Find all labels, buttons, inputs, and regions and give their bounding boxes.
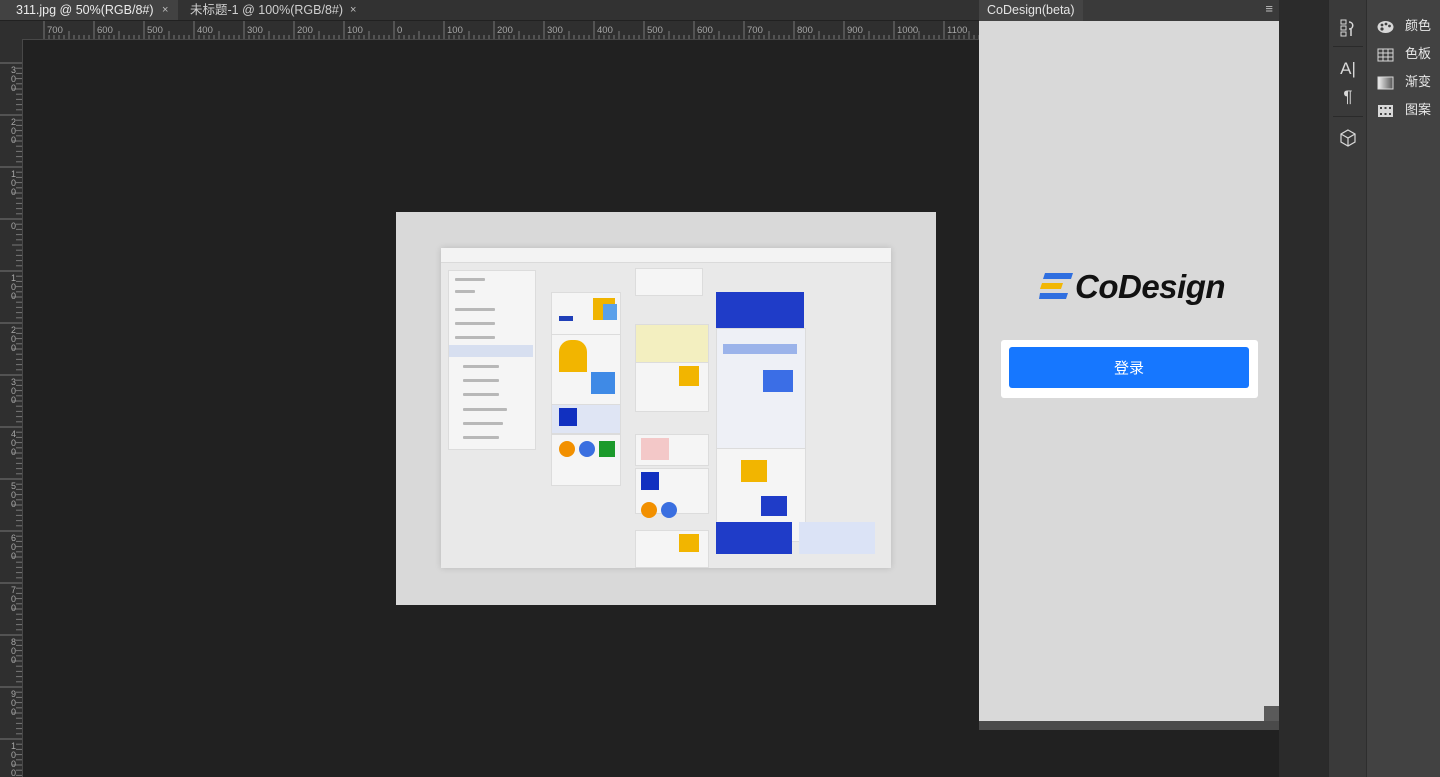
prop-item-pattern[interactable]: 图案	[1367, 99, 1440, 125]
ruler-tick-label: 300	[547, 25, 563, 36]
ruler-tick-label: 600	[697, 25, 713, 36]
ruler-tick-label: 0	[11, 499, 16, 509]
close-icon[interactable]: ×	[350, 0, 356, 20]
ruler-tick-label: 500	[647, 25, 663, 36]
ruler-tick-label: 0	[11, 707, 16, 717]
close-icon[interactable]: ×	[162, 0, 168, 20]
panel-title[interactable]: CoDesign(beta)	[979, 0, 1083, 21]
ruler-tick-label: 400	[197, 25, 213, 36]
document-tab-bar: 311.jpg @ 50%(RGB/8#) × 未标题-1 @ 100%(RGB…	[0, 0, 980, 20]
ruler-tick-label: 200	[297, 25, 313, 36]
placed-screenshot	[441, 248, 891, 568]
tab-untitled-1[interactable]: 未标题-1 @ 100%(RGB/8#) ×	[179, 0, 369, 20]
ruler-tick-label: 0	[11, 221, 16, 231]
tool-icon-column: A| ¶	[1328, 0, 1367, 777]
tab-label: 311.jpg @ 50%(RGB/8#)	[16, 3, 154, 17]
gradient-icon	[1377, 76, 1394, 90]
paragraph-icon[interactable]: ¶	[1329, 85, 1367, 109]
ruler-tick-label: 0	[11, 447, 16, 457]
ruler-tick-label: 0	[11, 291, 16, 301]
ruler-tick-label: 0	[11, 187, 16, 197]
ruler-tick-label: 0	[11, 135, 16, 145]
tab-label: 未标题-1 @ 100%(RGB/8#)	[190, 3, 344, 17]
ruler-tick-label: 700	[47, 25, 63, 36]
ruler-tick-label: 1100	[947, 25, 967, 36]
properties-column: 颜色 色板 渐变 图案	[1366, 0, 1440, 777]
codesign-panel: CoDesign(beta) ≡ CoDesign 登录	[979, 0, 1279, 730]
swatches-icon	[1377, 48, 1394, 62]
ruler-tick-label: 0	[11, 768, 16, 777]
ruler-tick-label: 300	[247, 25, 263, 36]
ruler-tick-label: 500	[147, 25, 163, 36]
codesign-logo-mark-icon	[1039, 273, 1073, 299]
ruler-tick-label: 700	[747, 25, 763, 36]
ruler-tick-label: 100	[447, 25, 463, 36]
resize-grip-icon[interactable]	[1264, 706, 1279, 721]
pattern-icon	[1378, 105, 1393, 117]
ruler-corner	[0, 21, 22, 39]
ruler-tick-label: 0	[11, 343, 16, 353]
login-button[interactable]: 登录	[1009, 347, 1249, 388]
panel-bottom-bar	[979, 721, 1279, 730]
3d-cube-icon[interactable]	[1329, 126, 1367, 154]
horizontal-ruler[interactable]: 700 600 500 400 300 200 100 0 100 200 300 400 500 600…	[22, 21, 980, 40]
ruler-tick-label: 0	[11, 551, 16, 561]
ruler-tick-label: 0	[397, 25, 402, 36]
prop-item-color[interactable]: 颜色	[1367, 15, 1440, 41]
tab-311-jpg[interactable]: 311.jpg @ 50%(RGB/8#) ×	[0, 0, 178, 20]
ruler-tick-label: 0	[11, 603, 16, 613]
panel-tab-bar: CoDesign(beta) ≡	[979, 0, 1279, 21]
ruler-tick-label: 0	[11, 395, 16, 405]
prop-item-gradient[interactable]: 渐变	[1367, 71, 1440, 97]
ruler-tick-label: 600	[97, 25, 113, 36]
ruler-tick-label: 800	[797, 25, 813, 36]
prop-label: 渐变	[1405, 75, 1432, 90]
palette-icon	[1377, 21, 1394, 33]
logo-text: CoDesign	[1075, 268, 1226, 305]
ruler-tick-label: 0	[11, 83, 16, 93]
prop-item-swatches[interactable]: 色板	[1367, 43, 1440, 69]
ruler-tick-label: 900	[847, 25, 863, 36]
prop-label: 图案	[1405, 103, 1432, 118]
panel-menu-icon[interactable]: ≡	[1265, 2, 1273, 16]
ruler-tick-label: 400	[597, 25, 613, 36]
ruler-tick-label: 200	[497, 25, 513, 36]
vertical-ruler[interactable]: 3002001000100200300400500600700800900100…	[0, 39, 23, 777]
prop-label: 颜色	[1405, 19, 1432, 34]
ruler-tick-label: 0	[11, 655, 16, 665]
document-canvas-image[interactable]	[396, 212, 936, 605]
ruler-tick-label: 1000	[897, 25, 918, 36]
prop-label: 色板	[1405, 47, 1432, 62]
panel-dock-gap	[1279, 0, 1328, 777]
paragraph-style-icon[interactable]	[1329, 16, 1367, 44]
ruler-tick-label: 100	[347, 25, 363, 36]
codesign-logo: CoDesign	[1039, 268, 1226, 308]
login-button-highlight: 登录	[1001, 340, 1258, 398]
character-icon[interactable]: A|	[1329, 57, 1367, 81]
